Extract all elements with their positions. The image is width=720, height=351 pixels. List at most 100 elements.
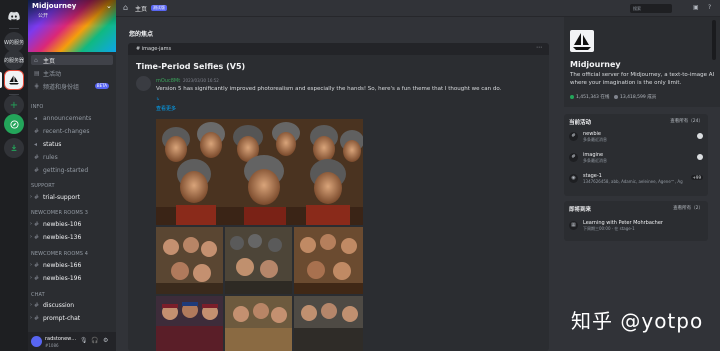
category-newcomer-3-label: NEWCOMER ROOMS 3 [31,210,89,216]
category-newcomer-3[interactable]: NEWCOMER ROOMS 3 [31,210,88,216]
channel-status[interactable]: ◂ status [31,139,113,149]
hashtag-icon: # [34,127,40,135]
post-image-tile[interactable] [294,296,363,351]
channel-label: discussion [43,301,75,309]
channel-newbies-166[interactable]: › # newbies-166 [30,260,113,270]
view-more-link[interactable]: 查看更多 [156,105,176,112]
inbox-icon[interactable]: ▣ [693,4,699,11]
username[interactable]: radstonew… [45,336,76,342]
nav-channels-label: 频道和身份组 [43,83,80,91]
activity-icon: ▤ [34,69,40,77]
announcement-icon: ◂ [34,140,38,148]
server-w-icon[interactable]: W的服务 [4,32,24,52]
nav-activity-label: 主活动 [43,70,62,78]
category-chat[interactable]: CHAT [31,292,45,298]
search-input[interactable]: 搜索 [630,4,672,13]
post-title[interactable]: Time-Period Selfies (V5) [136,62,245,71]
post-image-tile[interactable] [156,296,223,351]
reply-indicator[interactable]: ↳ [156,96,159,101]
channel-getting-started[interactable]: # getting-started [31,165,113,175]
channel-label: trial-support [43,193,81,201]
chevron-right-icon: › [30,221,32,227]
activity-item[interactable]: # newbie 多条最近消息 [569,130,703,144]
channel-recent-changes[interactable]: # recent-changes [31,126,113,136]
member-dot-icon [614,95,618,99]
announcement-icon: ◂ [34,114,38,122]
channel-announcements[interactable]: ◂ announcements [31,113,113,123]
thread-icon: # [569,153,578,162]
nav-home-label: 主页 [43,57,56,65]
event-item[interactable]: ▦ Learning with Peter Mohrbacher 下周期三00:… [569,219,703,233]
midjourney-boat-icon[interactable] [4,70,24,90]
hashtag-icon: # [34,261,40,269]
help-icon[interactable]: ? [708,4,711,11]
watermark: 知乎 @yotpo [571,309,704,333]
channel-label: newbies-136 [43,233,82,241]
view-all-events-link[interactable]: 查看所有（2） [673,205,703,211]
hashtag-icon: # [34,220,40,228]
unread-indicator [697,154,703,160]
post-date: 2023/03/30 16:52 [183,78,219,83]
download-icon[interactable] [4,138,24,158]
post-channel[interactable]: # image-jams [136,46,171,52]
category-support[interactable]: SUPPORT [31,183,55,189]
server-w-label: W的服务 [4,39,24,46]
online-dot-icon [570,95,574,99]
online-count: 1,451,343 在线 [570,94,609,100]
more-options-icon[interactable]: ⋯ [536,44,542,51]
channel-newbies-106[interactable]: › # newbies-106 [30,219,113,229]
event-sub: 下周期三00:00 · 在 stage-1 [583,226,635,231]
category-info[interactable]: INFO [31,104,43,110]
home-icon: ⌂ [123,3,129,12]
channel-newbies-196[interactable]: › # newbies-196 [30,273,113,283]
microphone-icon[interactable]: 🎙 [80,337,88,344]
channel-label: recent-changes [43,127,90,135]
gear-icon[interactable]: ⚙ [103,337,108,344]
nav-channels-roles[interactable]: ⋕ 频道和身份组 BETA [31,81,113,91]
channel-label: prompt-chat [43,314,81,322]
category-newcomer-4[interactable]: NEWCOMER ROOMS 4 [31,251,88,257]
category-newcomer-4-label: NEWCOMER ROOMS 4 [31,251,89,257]
feed-section-title: 您的焦点 [129,31,154,38]
view-all-activity-link[interactable]: 查看所有（24） [670,118,703,124]
hashtag-icon: # [34,166,40,174]
add-server-icon[interactable]: + [4,95,24,115]
participant-count: +99 [690,175,703,180]
post-image-tile[interactable] [156,227,223,294]
server-name[interactable]: Midjourney [32,2,76,10]
channel-label: getting-started [43,166,89,174]
scrollbar[interactable] [712,20,716,60]
channel-rules[interactable]: # rules [31,152,113,162]
server-rail: W的服务 的服务器 + [0,0,28,351]
server-label: 的服务器 [4,57,24,64]
explore-icon[interactable] [4,114,24,134]
post-image-main[interactable] [156,119,363,225]
channel-discussion[interactable]: › # discussion [30,300,113,310]
unread-indicator [697,133,703,139]
channels-icon: ⋕ [34,82,40,90]
top-header: ⌂ 主页 测试版 搜索 ▣ ? [116,0,720,17]
chevron-right-icon: › [30,275,32,281]
channel-trial-support[interactable]: › # trial-support [30,192,113,202]
author-avatar[interactable] [136,76,151,91]
headphones-icon[interactable]: 🎧 [91,337,98,344]
channel-newbies-136[interactable]: › # newbies-136 [30,232,113,242]
post-image-tile[interactable] [225,296,292,351]
avatar[interactable] [31,336,42,347]
nav-activity[interactable]: ▤ 主活动 [31,68,113,78]
active-now-title: 当前活动 [569,120,592,126]
active-now-panel: 当前活动 查看所有（24） # newbie 多条最近消息 # imagine … [564,114,708,196]
member-count: 13,418,599 成员 [614,94,656,100]
server-icon[interactable]: 的服务器 [4,50,24,70]
activity-item[interactable]: ◉ stage-1 1347626458, abb, Adamic, aelei… [569,172,703,186]
post-author[interactable]: mOuc8Mt [156,78,180,84]
events-title: 即将到来 [569,207,592,213]
activity-item[interactable]: # imagine 多条最近消息 [569,151,703,165]
post-image-tile[interactable] [294,227,363,294]
nav-home[interactable]: ⌂ 主页 [31,55,113,65]
discord-logo-icon[interactable] [4,6,24,26]
channel-sidebar: Midjourney ⌄ 公开 ⌂ 主页 ▤ 主活动 ⋕ 频道和身份组 BETA INF… [28,0,116,351]
chevron-down-icon[interactable]: ⌄ [106,2,112,10]
channel-prompt-chat[interactable]: › # prompt-chat [30,313,113,323]
post-image-tile[interactable] [225,227,292,294]
